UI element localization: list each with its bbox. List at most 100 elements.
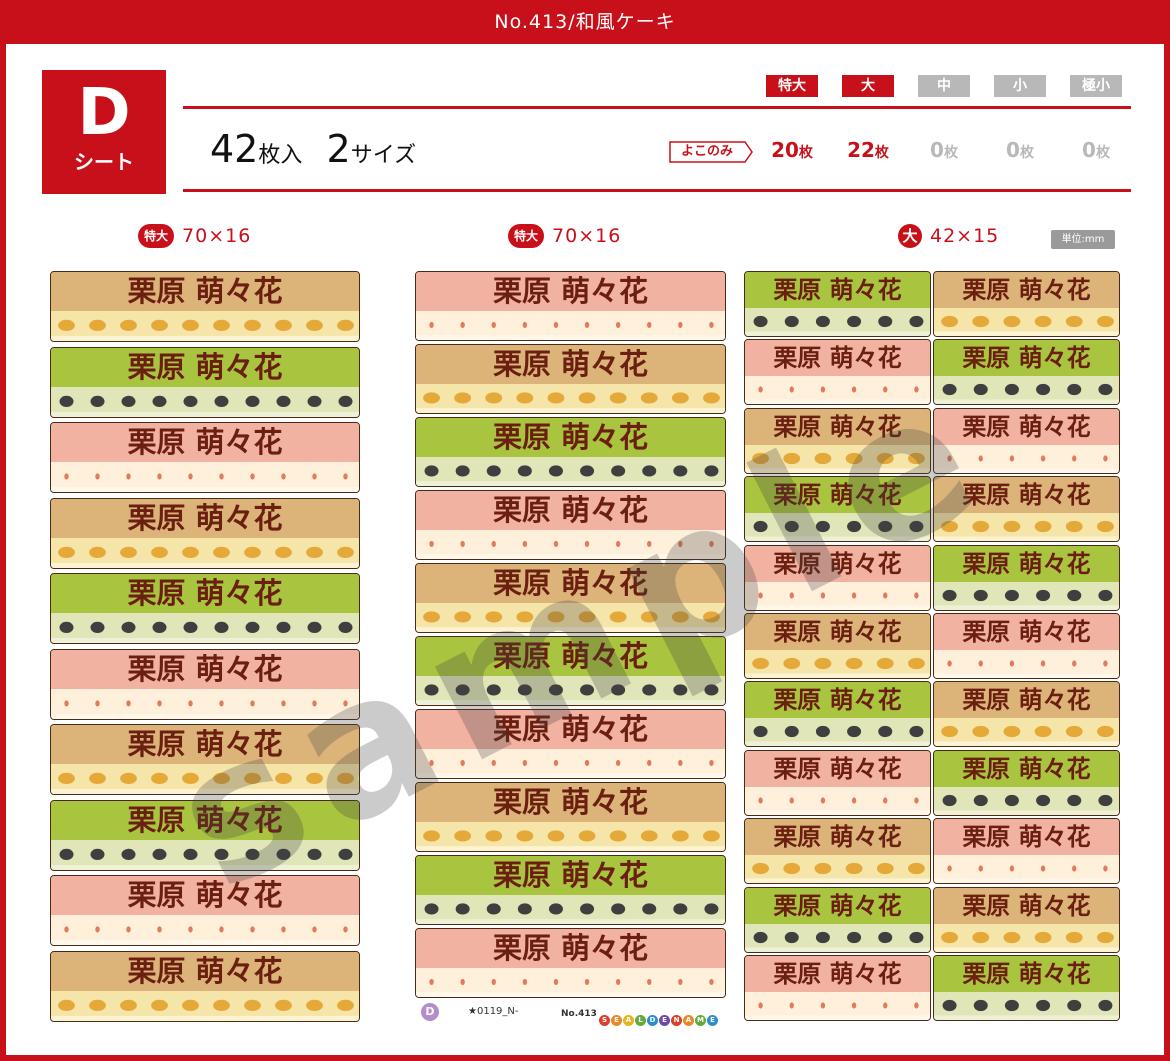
name-label-c3-2: 栗原 萌々花 (744, 407, 931, 474)
name-label-c4-10: 栗原 萌々花 (933, 955, 1120, 1021)
column-header-2: 特大 70×16 (508, 224, 621, 250)
cake-layer-matcha (934, 384, 1119, 405)
name-label-c2-1: 栗原 萌々花 (415, 344, 726, 414)
label-name-text: 栗原 萌々花 (962, 481, 1091, 510)
name-label-c3-7: 栗原 萌々花 (744, 749, 931, 816)
name-label-c3-4: 栗原 萌々花 (744, 544, 931, 611)
brand-letter: L (635, 1015, 646, 1026)
label-name-text: 栗原 萌々花 (773, 823, 902, 852)
name-label-c3-9: 栗原 萌々花 (744, 886, 931, 953)
count-m: 0枚 (930, 138, 958, 162)
label-name-text: 栗原 萌々花 (127, 500, 283, 535)
label-name-text: 栗原 萌々花 (492, 420, 649, 454)
cake-layer-matcha (745, 521, 930, 542)
label-name-text: 栗原 萌々花 (127, 953, 283, 988)
cake-layer-chestnut (416, 392, 725, 413)
label-name-text: 栗原 萌々花 (962, 276, 1091, 304)
label-name-text: 栗原 萌々花 (492, 639, 649, 673)
label-name-text: 栗原 萌々花 (492, 566, 649, 600)
column-size-tag: 特大 (508, 224, 545, 248)
size-count: 2 (326, 127, 351, 171)
label-name-text: 栗原 萌々花 (773, 618, 902, 646)
name-label-c3-5: 栗原 萌々花 (744, 613, 931, 679)
total-count: 42 (210, 127, 259, 171)
name-label-c2-0: 栗原 萌々花 (415, 271, 726, 341)
name-label-c4-4: 栗原 萌々花 (933, 544, 1120, 611)
brand-letter: E (707, 1015, 718, 1026)
brand-letter: E (611, 1015, 622, 1026)
name-label-c4-3: 栗原 萌々花 (933, 476, 1120, 543)
label-name-text: 栗原 萌々花 (492, 858, 649, 892)
name-label-c2-8: 栗原 萌々花 (415, 855, 726, 925)
label-name-text: 栗原 萌々花 (773, 344, 902, 373)
cake-layer-sakura (745, 1002, 930, 1020)
size-tag-m: 中 (918, 75, 970, 97)
label-name-text: 栗原 萌々花 (492, 931, 649, 965)
label-name-text: 栗原 萌々花 (962, 618, 1091, 646)
label-name-text: 栗原 萌々花 (127, 727, 283, 761)
name-label-c1-1: 栗原 萌々花 (50, 346, 360, 418)
name-label-c3-1: 栗原 萌々花 (744, 339, 931, 406)
cake-layer-chestnut (51, 319, 359, 341)
count-l: 22枚 (847, 138, 889, 162)
column-size-tag: 特大 (138, 224, 175, 248)
name-label-c1-2: 栗原 萌々花 (50, 422, 360, 493)
label-name-text: 栗原 萌々花 (127, 878, 283, 912)
size-tag-xl: 特大 (766, 75, 818, 97)
cake-layer-matcha (934, 794, 1119, 815)
horizontal-only-label: よこのみ (680, 144, 733, 159)
cake-layer-sakura (934, 660, 1119, 678)
cake-layer-matcha (745, 315, 930, 336)
cake-layer-matcha (51, 848, 359, 870)
label-name-text: 栗原 萌々花 (492, 712, 649, 746)
name-label-c1-5: 栗原 萌々花 (50, 648, 360, 720)
summary: 42枚入 2サイズ (210, 127, 416, 171)
label-name-text: 栗原 萌々花 (773, 481, 902, 510)
name-label-c1-8: 栗原 萌々花 (50, 875, 360, 946)
cake-layer-sakura (416, 978, 725, 997)
label-name-text: 栗原 萌々花 (773, 891, 902, 920)
label-name-text: 栗原 萌々花 (492, 347, 649, 381)
footer-sheet-badge: D (421, 1003, 439, 1021)
brand-letter: D (647, 1015, 658, 1026)
name-label-c2-7: 栗原 萌々花 (415, 782, 726, 852)
count-s: 0枚 (1006, 138, 1034, 162)
cake-layer-chestnut (745, 452, 930, 473)
label-name-text: 栗原 萌々花 (127, 576, 283, 610)
name-label-c4-9: 栗原 萌々花 (933, 886, 1120, 953)
count-xl: 20枚 (771, 138, 813, 162)
size-tag-l: 大 (842, 75, 894, 97)
cake-layer-sakura (416, 321, 725, 340)
brand-logo: SEALDENAME (599, 1007, 719, 1026)
column-size-tag: 大 (898, 224, 922, 248)
name-label-c2-3: 栗原 萌々花 (415, 490, 726, 560)
cake-layer-chestnut (934, 521, 1119, 542)
brand-letter: S (599, 1015, 610, 1026)
horizontal-only-tag: よこのみ (669, 141, 753, 163)
name-label-c4-2: 栗原 萌々花 (933, 407, 1120, 474)
name-label-c3-3: 栗原 萌々花 (744, 476, 931, 543)
label-name-text: 栗原 萌々花 (962, 891, 1091, 920)
cake-layer-sakura (934, 865, 1119, 884)
cake-layer-matcha (745, 726, 930, 747)
cake-layer-matcha (51, 395, 359, 417)
cake-layer-matcha (416, 684, 725, 705)
cake-layer-chestnut (934, 931, 1119, 952)
cake-layer-matcha (745, 931, 930, 952)
name-label-c4-6: 栗原 萌々花 (933, 681, 1120, 748)
cake-layer-sakura (416, 759, 725, 778)
cake-layer-chestnut (51, 546, 359, 568)
cake-layer-chestnut (416, 611, 725, 632)
cake-layer-chestnut (934, 315, 1119, 336)
label-name-text: 栗原 萌々花 (773, 686, 902, 715)
label-name-text: 栗原 萌々花 (127, 651, 283, 686)
name-label-c1-6: 栗原 萌々花 (50, 724, 360, 795)
name-label-c2-6: 栗原 萌々花 (415, 709, 726, 779)
cake-layer-chestnut (51, 772, 359, 794)
cake-layer-sakura (934, 455, 1119, 473)
label-name-text: 栗原 萌々花 (962, 549, 1091, 578)
label-name-text: 栗原 萌々花 (962, 754, 1091, 783)
name-label-c2-9: 栗原 萌々花 (415, 928, 726, 998)
brand-letter: E (659, 1015, 670, 1026)
label-name-text: 栗原 萌々花 (773, 412, 902, 441)
